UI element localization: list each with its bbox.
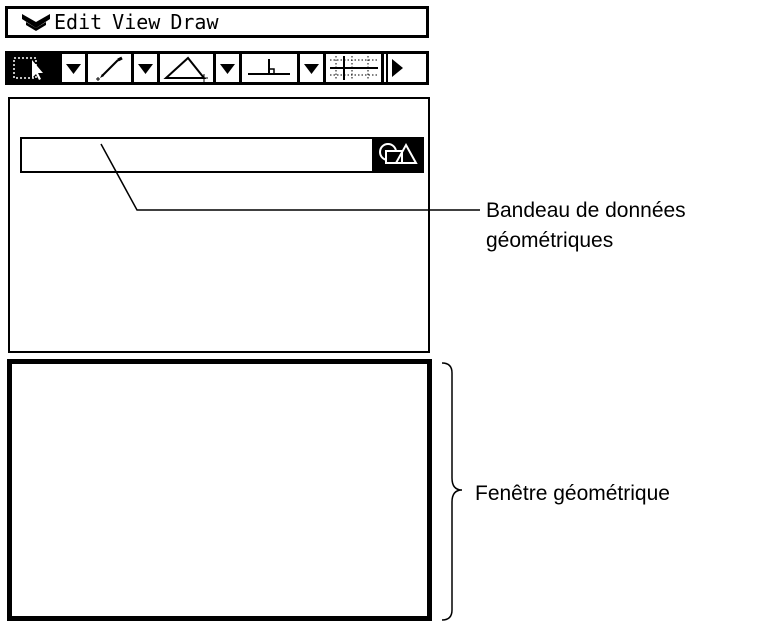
data-bar-leader-line	[100, 143, 480, 211]
geometry-window-callout: Fenêtre géométrique	[475, 482, 670, 505]
data-bar-callout: Bandeau de données géométriques	[486, 196, 686, 256]
geometry-window-brace	[441, 362, 463, 621]
callout-lines	[100, 143, 480, 621]
data-bar-callout-line2: géométriques	[486, 229, 614, 252]
data-bar-callout-line1: Bandeau de données	[486, 199, 686, 222]
